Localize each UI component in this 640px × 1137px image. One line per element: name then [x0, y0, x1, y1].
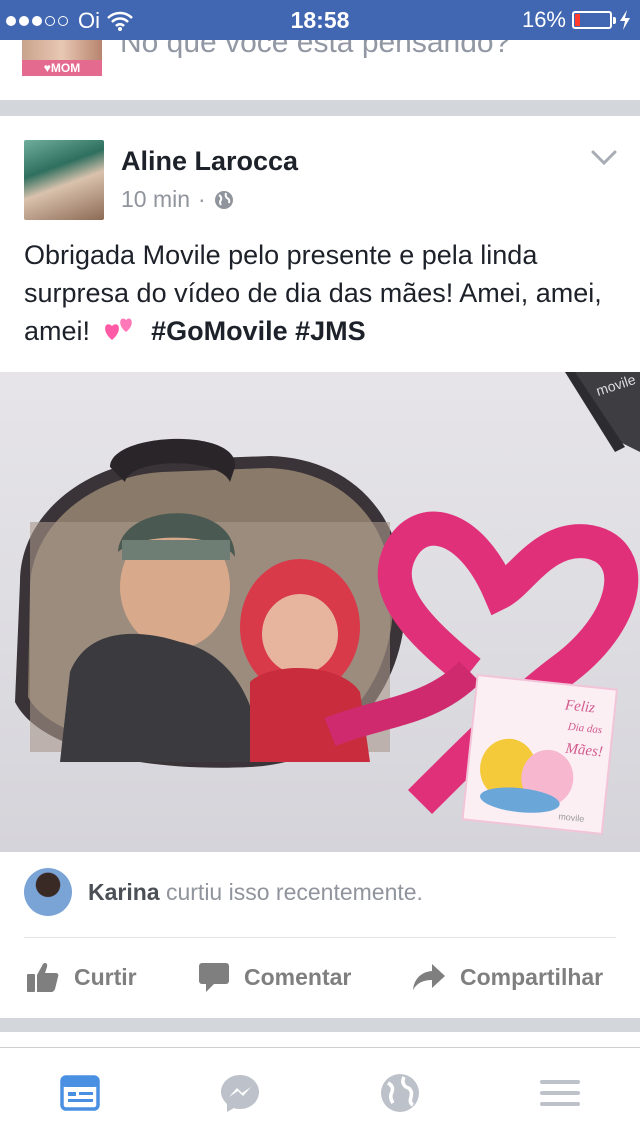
photo-content: movile Feliz Dia das Mães! movile [15, 372, 640, 836]
share-button[interactable]: Compartilhar [412, 955, 603, 999]
meta-separator: · [198, 186, 206, 212]
mothers-day-card: Feliz Dia das Mães! movile [461, 673, 619, 836]
news-feed-icon[interactable] [60, 1073, 100, 1113]
author-avatar[interactable] [24, 140, 104, 220]
two-hearts-emoji [104, 318, 132, 340]
globe-icon [214, 190, 233, 209]
mom-badge: ♥MOM [22, 60, 102, 76]
action-divider [24, 937, 616, 938]
battery-percent: 16% [521, 7, 566, 32]
like-label: Curtir [74, 963, 137, 990]
liker-name[interactable]: Karina [88, 879, 160, 905]
comment-label: Comentar [244, 963, 352, 990]
post-meta: 10 min · [121, 186, 234, 213]
like-button[interactable]: Curtir [26, 955, 137, 999]
svg-text:Feliz: Feliz [563, 697, 596, 716]
post-author[interactable]: Aline Larocca [121, 146, 298, 177]
battery-icon [572, 11, 616, 29]
composer-avatar: ♥MOM [22, 40, 102, 76]
thumbs-up-icon [27, 963, 59, 992]
post-time[interactable]: 10 min [121, 186, 190, 213]
likes-summary[interactable]: Karina curtiu isso recentemente. [88, 879, 423, 906]
battery-status: 16% [522, 7, 632, 33]
composer-placeholder[interactable]: No que você está pensando? [120, 40, 510, 60]
likes-text: curtiu isso recentemente. [165, 879, 423, 905]
post-photo[interactable]: movile Feliz Dia das Mães! movile [0, 372, 640, 852]
hashtag-gomovile[interactable]: #GoMovile [151, 316, 288, 346]
charging-bolt-icon [620, 10, 630, 30]
chevron-down-icon[interactable] [590, 148, 618, 168]
menu-icon[interactable] [540, 1073, 580, 1113]
post-text: Obrigada Movile pelo presente e pela lin… [24, 236, 620, 350]
liker-avatar[interactable] [24, 868, 72, 916]
status-bar: Oi 18:58 16% [0, 0, 640, 40]
comment-icon [199, 963, 229, 992]
feed-separator [0, 100, 640, 116]
battery-level [575, 14, 581, 26]
share-label: Compartilhar [460, 963, 604, 990]
bottom-tab-bar [0, 1047, 640, 1137]
messenger-icon[interactable] [220, 1073, 260, 1113]
share-arrow-icon [413, 964, 445, 990]
hashtag-jms[interactable]: #JMS [295, 316, 366, 346]
status-composer[interactable]: ♥MOM No que você está pensando? [0, 40, 640, 100]
feed-separator-bottom [0, 1018, 640, 1032]
comment-button[interactable]: Comentar [198, 955, 351, 999]
globe-icon[interactable] [380, 1073, 420, 1113]
